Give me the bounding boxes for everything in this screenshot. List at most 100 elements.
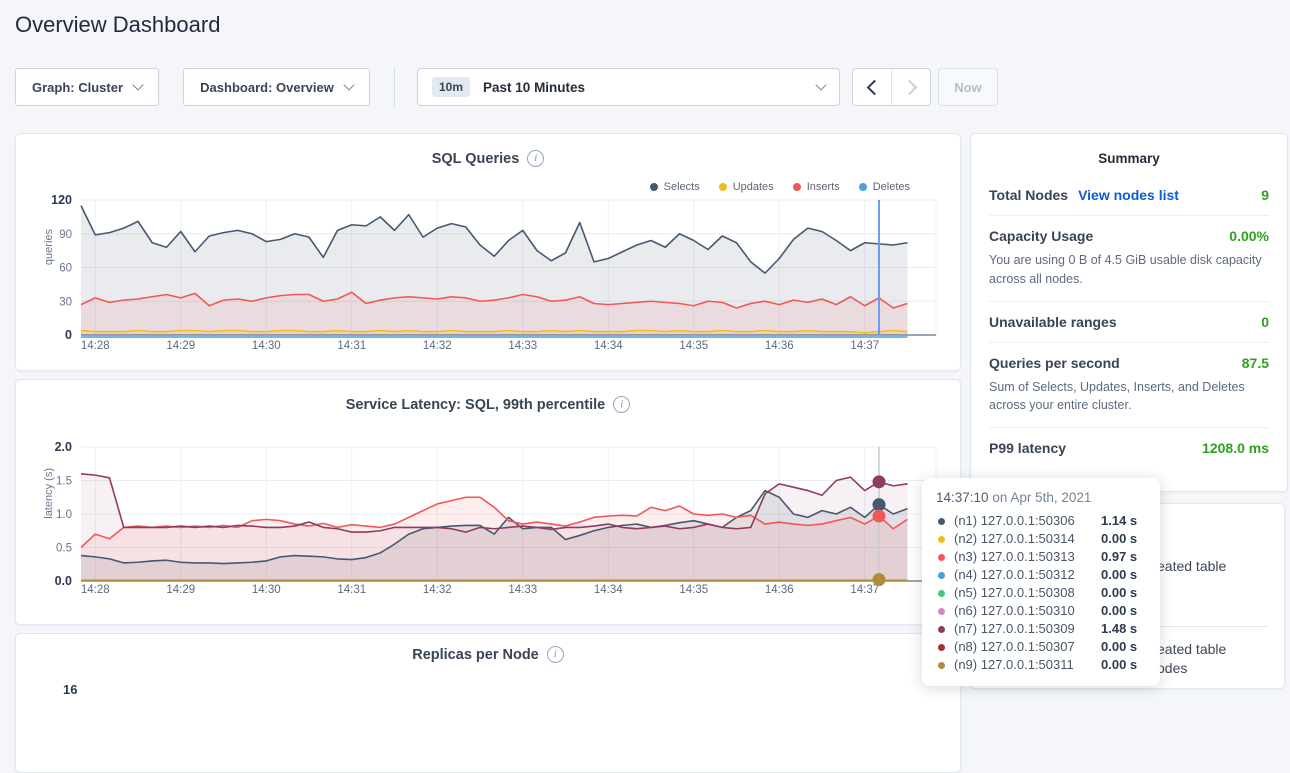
dashboard-dropdown-label: Dashboard: Overview: [200, 80, 334, 95]
svg-text:14:35: 14:35: [679, 340, 708, 352]
svg-text:0.5: 0.5: [56, 543, 72, 555]
legend-dot: [859, 183, 867, 191]
node-address: (n6) 127.0.0.1:50310: [954, 602, 1101, 620]
node-color-dot: [938, 608, 945, 615]
node-color-dot: [938, 536, 945, 543]
tooltip-node-row: (n9) 127.0.0.1:503110.00 s: [936, 656, 1146, 674]
tooltip-node-row: (n3) 127.0.0.1:503130.97 s: [936, 548, 1146, 566]
svg-text:14:31: 14:31: [337, 584, 366, 596]
node-color-dot: [938, 518, 945, 525]
node-address: (n5) 127.0.0.1:50308: [954, 584, 1101, 602]
info-icon[interactable]: i: [547, 646, 564, 663]
tooltip-node-row: (n7) 127.0.0.1:503091.48 s: [936, 620, 1146, 638]
node-address: (n4) 127.0.0.1:50312: [954, 566, 1101, 584]
node-address: (n3) 127.0.0.1:50313: [954, 548, 1101, 566]
node-address: (n1) 127.0.0.1:50306: [954, 512, 1101, 530]
legend-dot: [719, 183, 727, 191]
svg-text:14:36: 14:36: [765, 340, 794, 352]
now-button[interactable]: Now: [938, 68, 998, 106]
chart-tooltip: 14:37:10 on Apr 5th, 2021 (n1) 127.0.0.1…: [922, 478, 1160, 686]
time-range-picker[interactable]: 10m Past 10 Minutes: [417, 68, 840, 106]
svg-text:14:37: 14:37: [850, 340, 879, 352]
graph-dropdown-label: Graph: Cluster: [32, 80, 123, 95]
replicas-per-node-chart-title: Replicas per Node i: [16, 646, 960, 663]
node-latency-value: 0.00 s: [1101, 530, 1137, 548]
node-latency-value: 0.97 s: [1101, 548, 1137, 566]
info-icon[interactable]: i: [613, 396, 630, 413]
summary-value: 0.00%: [1229, 228, 1269, 244]
svg-text:60: 60: [59, 263, 72, 275]
summary-description: You are using 0 B of 4.5 GiB usable disk…: [989, 251, 1269, 289]
sql-queries-chart-title: SQL Queries i: [16, 150, 960, 167]
service-latency-chart[interactable]: 0.00.51.01.52.014:2814:2914:3014:3114:32…: [16, 437, 962, 606]
summary-rows: Total NodesView nodes list9Capacity Usag…: [971, 175, 1287, 468]
summary-value: 9: [1261, 187, 1269, 203]
svg-text:120: 120: [51, 193, 72, 207]
summary-row: Unavailable ranges 0: [989, 302, 1269, 343]
svg-text:14:32: 14:32: [423, 340, 452, 352]
legend-dot: [650, 183, 658, 191]
svg-text:14:35: 14:35: [679, 584, 708, 596]
summary-value: 0: [1261, 314, 1269, 330]
node-latency-value: 0.00 s: [1101, 656, 1137, 674]
replicas-per-node-chart-card: Replicas per Node i 16: [15, 633, 961, 773]
svg-text:1.5: 1.5: [56, 476, 72, 488]
tooltip-node-row: (n6) 127.0.0.1:503100.00 s: [936, 602, 1146, 620]
summary-panel: Summary Total NodesView nodes list9Capac…: [970, 133, 1288, 492]
info-icon[interactable]: i: [527, 150, 544, 167]
node-address: (n7) 127.0.0.1:50309: [954, 620, 1101, 638]
summary-panel-title: Summary: [971, 134, 1287, 175]
sql-queries-chart[interactable]: 030609012014:2814:2914:3014:3114:3214:33…: [16, 191, 962, 361]
svg-text:14:30: 14:30: [252, 584, 281, 596]
node-latency-value: 1.14 s: [1101, 512, 1137, 530]
summary-value: 87.5: [1242, 355, 1269, 371]
summary-row: Capacity Usage 0.00% You are using 0 B of …: [989, 216, 1269, 302]
node-color-dot: [938, 626, 945, 633]
node-latency-value: 0.00 s: [1101, 638, 1137, 656]
svg-text:0: 0: [65, 328, 72, 342]
svg-text:14:32: 14:32: [423, 584, 452, 596]
chevron-down-icon: [343, 79, 354, 90]
tooltip-node-row: (n1) 127.0.0.1:503061.14 s: [936, 512, 1146, 530]
page-title: Overview Dashboard: [15, 12, 220, 38]
svg-text:2.0: 2.0: [55, 440, 72, 454]
graph-dropdown[interactable]: Graph: Cluster: [15, 68, 159, 106]
time-nav-group: [852, 68, 931, 106]
replicas-y-axis-max-label: 16: [63, 682, 77, 697]
svg-text:14:34: 14:34: [594, 340, 623, 352]
summary-label: Capacity Usage: [989, 228, 1093, 244]
svg-text:14:33: 14:33: [508, 340, 537, 352]
summary-label: Unavailable ranges: [989, 314, 1117, 330]
service-latency-chart-title: Service Latency: SQL, 99th percentile i: [16, 396, 960, 413]
svg-text:14:30: 14:30: [252, 340, 281, 352]
tooltip-node-row: (n8) 127.0.0.1:503070.00 s: [936, 638, 1146, 656]
time-prev-button[interactable]: [853, 69, 892, 105]
svg-text:14:34: 14:34: [594, 584, 623, 596]
node-address: (n8) 127.0.0.1:50307: [954, 638, 1101, 656]
chevron-down-icon: [132, 79, 143, 90]
time-next-button[interactable]: [892, 69, 930, 105]
node-latency-value: 0.00 s: [1101, 584, 1137, 602]
tooltip-timestamp: 14:37:10 on Apr 5th, 2021: [936, 490, 1146, 505]
node-latency-value: 0.00 s: [1101, 566, 1137, 584]
summary-row: P99 latency1208.0 ms: [989, 428, 1269, 468]
svg-text:14:33: 14:33: [508, 584, 537, 596]
summary-value: 1208.0 ms: [1202, 440, 1269, 456]
chevron-down-icon: [815, 79, 826, 90]
view-nodes-list-link[interactable]: View nodes list: [1078, 187, 1179, 203]
chevron-right-icon: [901, 79, 917, 95]
tooltip-node-row: (n4) 127.0.0.1:503120.00 s: [936, 566, 1146, 584]
tooltip-node-row: (n5) 127.0.0.1:503080.00 s: [936, 584, 1146, 602]
node-address: (n9) 127.0.0.1:50311: [954, 656, 1101, 674]
time-range-badge: 10m: [432, 77, 470, 97]
svg-text:14:36: 14:36: [765, 584, 794, 596]
summary-row: Queries per second87.5Sum of Selects, Up…: [989, 343, 1269, 429]
tooltip-rows: (n1) 127.0.0.1:503061.14 s(n2) 127.0.0.1…: [936, 512, 1146, 674]
dashboard-dropdown[interactable]: Dashboard: Overview: [183, 68, 370, 106]
node-color-dot: [938, 644, 945, 651]
svg-text:90: 90: [59, 229, 72, 241]
event-text-fragment: eated table: [1157, 558, 1226, 574]
svg-text:1.0: 1.0: [56, 509, 72, 521]
summary-description: Sum of Selects, Updates, Inserts, and De…: [989, 378, 1269, 416]
svg-text:30: 30: [59, 296, 72, 308]
